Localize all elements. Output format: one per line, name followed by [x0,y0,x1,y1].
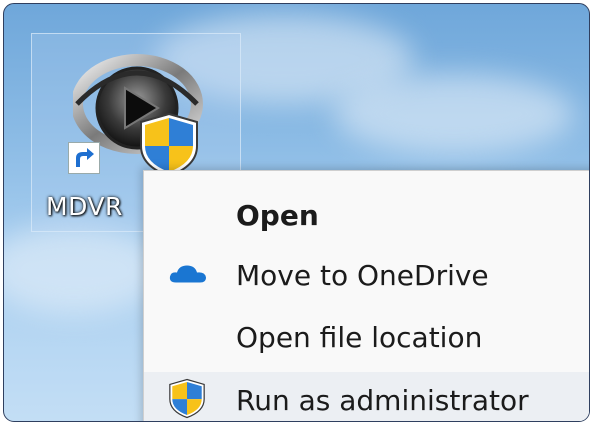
menu-item-label: Open file location [236,320,483,354]
wallpaper-cloud [4,224,164,314]
wallpaper-cloud [334,74,574,154]
shortcut-arrow-icon [68,142,100,174]
menu-item-open-file-location[interactable]: Open file location [144,309,589,367]
uac-shield-icon [168,378,206,422]
menu-item-label: Move to OneDrive [236,258,489,292]
menu-item-run-as-administrator[interactable]: Run as administrator [144,372,589,422]
menu-item-label: Open [236,198,319,232]
desktop-icon-label: MDVR [46,192,123,221]
menu-item-move-to-onedrive[interactable]: Move to OneDrive [144,247,589,305]
menu-item-open[interactable]: Open [144,187,589,245]
context-menu: Open Move to OneDrive Open file location [143,170,589,422]
screenshot-frame: MDVR Open Move to OneDrive Open file loc… [3,3,590,422]
onedrive-cloud-icon [168,263,208,290]
menu-item-label: Run as administrator [236,383,529,417]
